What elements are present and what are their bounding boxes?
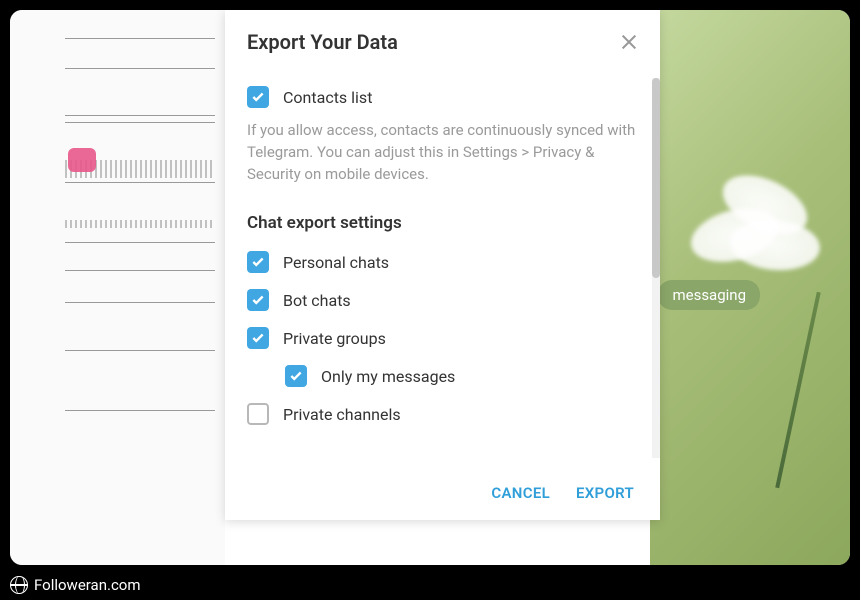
- chat-background: messaging: [650, 10, 850, 565]
- private-groups-checkbox[interactable]: [247, 327, 269, 349]
- contacts-checkbox[interactable]: [247, 86, 269, 108]
- pink-marker: [68, 148, 96, 172]
- bot-chats-row[interactable]: Bot chats: [247, 281, 638, 319]
- checkmark-icon: [251, 293, 265, 307]
- dialog-header: Export Your Data: [225, 10, 660, 66]
- messaging-badge: messaging: [658, 280, 760, 310]
- personal-chats-checkbox[interactable]: [247, 251, 269, 273]
- private-channels-checkbox[interactable]: [247, 403, 269, 425]
- watermark: Followeran.com: [10, 576, 141, 594]
- flower-stem: [775, 292, 820, 488]
- private-groups-row[interactable]: Private groups: [247, 319, 638, 357]
- dialog-title: Export Your Data: [247, 30, 398, 54]
- dialog-body: Contacts list If you allow access, conta…: [225, 66, 660, 466]
- checkmark-icon: [289, 369, 303, 383]
- sidebar-background: [10, 10, 225, 565]
- close-icon[interactable]: [620, 33, 638, 51]
- export-button[interactable]: EXPORT: [576, 484, 634, 502]
- contacts-list-row[interactable]: Contacts list: [247, 78, 638, 116]
- cancel-button[interactable]: CANCEL: [491, 484, 550, 502]
- badge-text: messaging: [672, 286, 746, 304]
- flower-decoration: [680, 150, 820, 290]
- dialog-footer: CANCEL EXPORT: [225, 466, 660, 520]
- contacts-label: Contacts list: [283, 88, 372, 107]
- private-channels-row[interactable]: Private channels: [247, 395, 638, 433]
- personal-chats-row[interactable]: Personal chats: [247, 243, 638, 281]
- globe-icon: [10, 576, 28, 594]
- checkmark-icon: [251, 90, 265, 104]
- personal-chats-label: Personal chats: [283, 253, 389, 272]
- only-my-messages-checkbox[interactable]: [285, 365, 307, 387]
- bot-chats-checkbox[interactable]: [247, 289, 269, 311]
- contacts-description: If you allow access, contacts are contin…: [247, 116, 638, 203]
- only-my-messages-label: Only my messages: [321, 367, 455, 386]
- chat-export-heading: Chat export settings: [247, 203, 638, 243]
- only-my-messages-row[interactable]: Only my messages: [247, 357, 638, 395]
- checkmark-icon: [251, 255, 265, 269]
- checkmark-icon: [251, 331, 265, 345]
- export-dialog: Export Your Data Contacts list If you al…: [225, 10, 660, 520]
- scrollbar-thumb[interactable]: [652, 78, 660, 278]
- bot-chats-label: Bot chats: [283, 291, 351, 310]
- watermark-text: Followeran.com: [34, 576, 141, 594]
- private-channels-label: Private channels: [283, 405, 401, 424]
- private-groups-label: Private groups: [283, 329, 386, 348]
